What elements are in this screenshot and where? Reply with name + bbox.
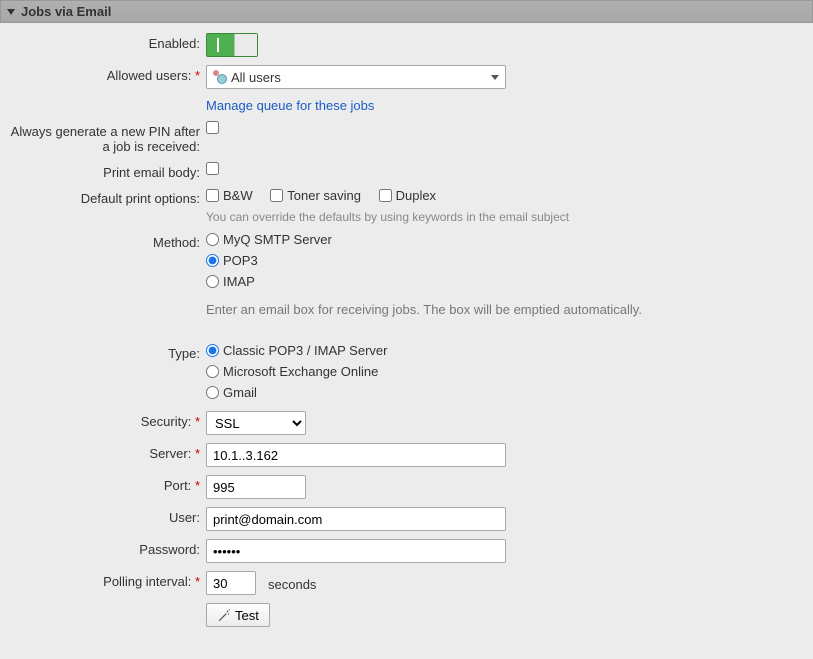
bw-checkbox[interactable] — [206, 189, 219, 202]
users-icon — [213, 70, 227, 84]
label-print-body: Print email body: — [0, 162, 206, 180]
method-imap-radio[interactable] — [206, 275, 219, 288]
label-security: Security: * — [0, 411, 206, 429]
password-input[interactable] — [206, 539, 506, 563]
duplex-checkbox[interactable] — [379, 189, 392, 202]
label-password: Password: — [0, 539, 206, 557]
section-title: Jobs via Email — [21, 4, 111, 19]
manage-queue-link[interactable]: Manage queue for these jobs — [206, 98, 506, 113]
type-gmail-radio[interactable] — [206, 386, 219, 399]
type-classic-radio[interactable] — [206, 344, 219, 357]
duplex-option[interactable]: Duplex — [379, 188, 436, 203]
enabled-toggle[interactable] — [206, 33, 258, 57]
default-opts-hint: You can override the defaults by using k… — [206, 210, 569, 224]
method-hint: Enter an email box for receiving jobs. T… — [206, 302, 642, 317]
toner-checkbox[interactable] — [270, 189, 283, 202]
allowed-users-value: All users — [231, 70, 281, 85]
label-polling: Polling interval: * — [0, 571, 206, 589]
label-enabled: Enabled: — [0, 33, 206, 51]
toner-option[interactable]: Toner saving — [270, 188, 361, 203]
bw-option[interactable]: B&W — [206, 188, 253, 203]
collapse-icon — [7, 9, 15, 15]
section-header[interactable]: Jobs via Email — [0, 0, 813, 23]
method-smtp-radio[interactable] — [206, 233, 219, 246]
label-user: User: — [0, 507, 206, 525]
type-mso[interactable]: Microsoft Exchange Online — [206, 364, 387, 379]
polling-input[interactable] — [206, 571, 256, 595]
method-smtp[interactable]: MyQ SMTP Server — [206, 232, 332, 247]
type-classic[interactable]: Classic POP3 / IMAP Server — [206, 343, 387, 358]
method-pop3[interactable]: POP3 — [206, 253, 332, 268]
allowed-users-dropdown[interactable]: All users — [206, 65, 506, 89]
type-mso-radio[interactable] — [206, 365, 219, 378]
label-default-opts: Default print options: — [0, 188, 206, 206]
port-input[interactable] — [206, 475, 306, 499]
method-imap[interactable]: IMAP — [206, 274, 332, 289]
security-select[interactable]: SSL — [206, 411, 306, 435]
label-allowed-users: Allowed users: * — [0, 65, 206, 83]
test-button[interactable]: Test — [206, 603, 270, 627]
pin-checkbox[interactable] — [206, 121, 219, 134]
method-pop3-radio[interactable] — [206, 254, 219, 267]
label-type: Type: — [0, 343, 206, 361]
polling-unit: seconds — [268, 574, 316, 592]
chevron-down-icon — [491, 75, 499, 80]
default-options-group: B&W Toner saving Duplex — [206, 188, 569, 205]
user-input[interactable] — [206, 507, 506, 531]
label-pin: Always generate a new PIN after a job is… — [0, 121, 206, 154]
type-gmail[interactable]: Gmail — [206, 385, 387, 400]
label-method: Method: — [0, 232, 206, 250]
label-port: Port: * — [0, 475, 206, 493]
label-server: Server: * — [0, 443, 206, 461]
print-body-checkbox[interactable] — [206, 162, 219, 175]
wand-icon — [217, 608, 231, 622]
server-input[interactable] — [206, 443, 506, 467]
